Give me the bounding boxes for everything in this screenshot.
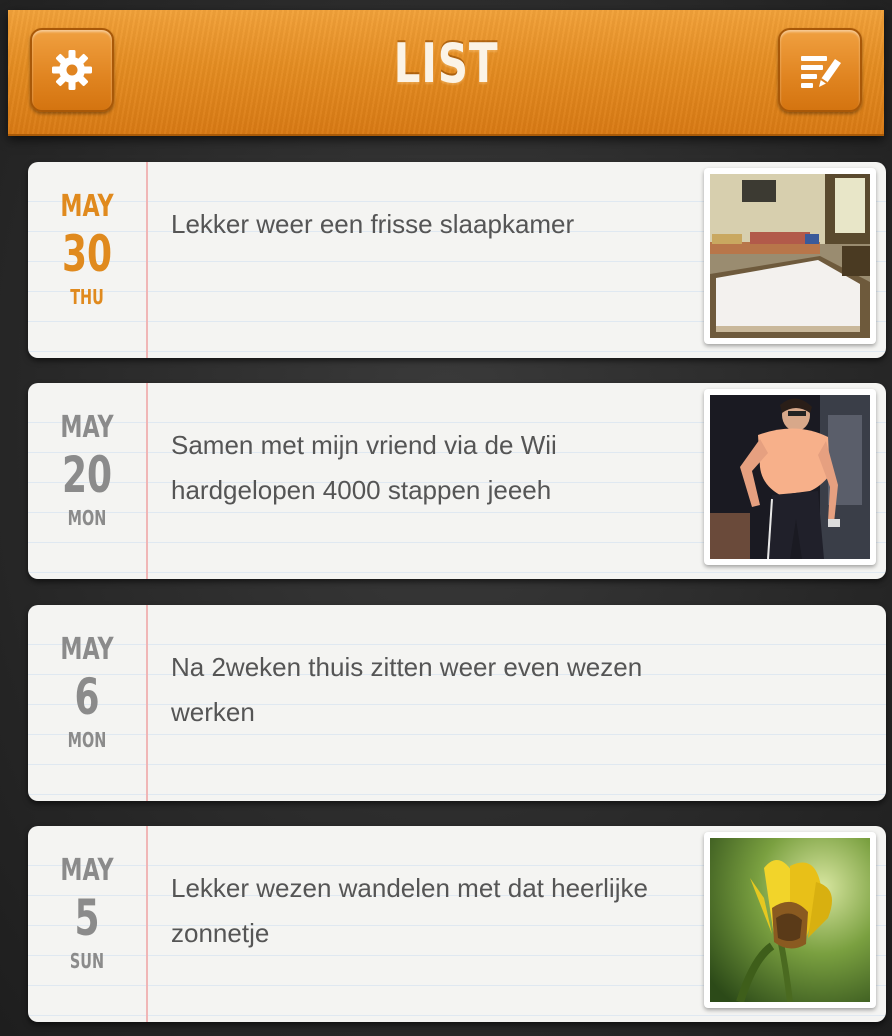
bedroom-photo <box>710 174 870 338</box>
entry-weekday: MON <box>67 506 107 530</box>
person-photo <box>710 395 870 559</box>
entry-weekday: MON <box>67 728 107 752</box>
entry-text: Samen met mijn vriend via de Wii hardgel… <box>171 430 557 505</box>
entry-date: MAY 30 THU <box>28 190 146 310</box>
entry-date: MAY 6 MON <box>28 633 146 753</box>
entry-weekday: SUN <box>69 949 105 973</box>
entry-text: Lekker weer een frisse slaapkamer <box>171 209 575 239</box>
list-item[interactable]: MAY 5 SUN Lekker wezen wandelen met dat … <box>28 826 886 1022</box>
entry-list: MAY 30 THU Lekker weer een frisse slaapk… <box>0 0 892 1036</box>
flower-photo <box>710 838 870 1002</box>
list-item[interactable]: MAY 30 THU Lekker weer een frisse slaapk… <box>28 162 886 358</box>
entry-month: MAY <box>60 410 114 445</box>
entry-date: MAY 20 MON <box>28 411 146 531</box>
entry-day: 30 <box>61 225 113 283</box>
gear-icon <box>52 50 92 90</box>
list-item[interactable]: MAY 20 MON Samen met mijn vriend via de … <box>28 383 886 579</box>
entry-photo-thumbnail[interactable] <box>704 832 876 1008</box>
list-item[interactable]: MAY 6 MON Na 2weken thuis zitten weer ev… <box>28 605 886 801</box>
entry-day: 5 <box>74 889 100 947</box>
app-screen: LIST MAY 30 THU Lekker weer een frisse s… <box>0 0 892 1036</box>
page-title: LIST <box>393 32 499 95</box>
entry-photo-thumbnail[interactable] <box>704 389 876 565</box>
settings-button[interactable] <box>30 28 114 112</box>
compose-list-icon <box>801 56 841 88</box>
entry-day: 6 <box>74 668 100 726</box>
compose-button[interactable] <box>778 28 862 112</box>
entry-weekday: THU <box>70 285 104 309</box>
entry-date: MAY 5 SUN <box>28 854 146 974</box>
entry-month: MAY <box>60 632 114 667</box>
entry-text: Lekker wezen wandelen met dat heerlijke … <box>171 873 648 948</box>
entry-day: 20 <box>61 446 113 504</box>
entry-month: MAY <box>60 189 114 224</box>
entry-photo-thumbnail[interactable] <box>704 168 876 344</box>
entry-month: MAY <box>60 853 114 888</box>
entry-text: Na 2weken thuis zitten weer even wezen w… <box>171 652 643 727</box>
